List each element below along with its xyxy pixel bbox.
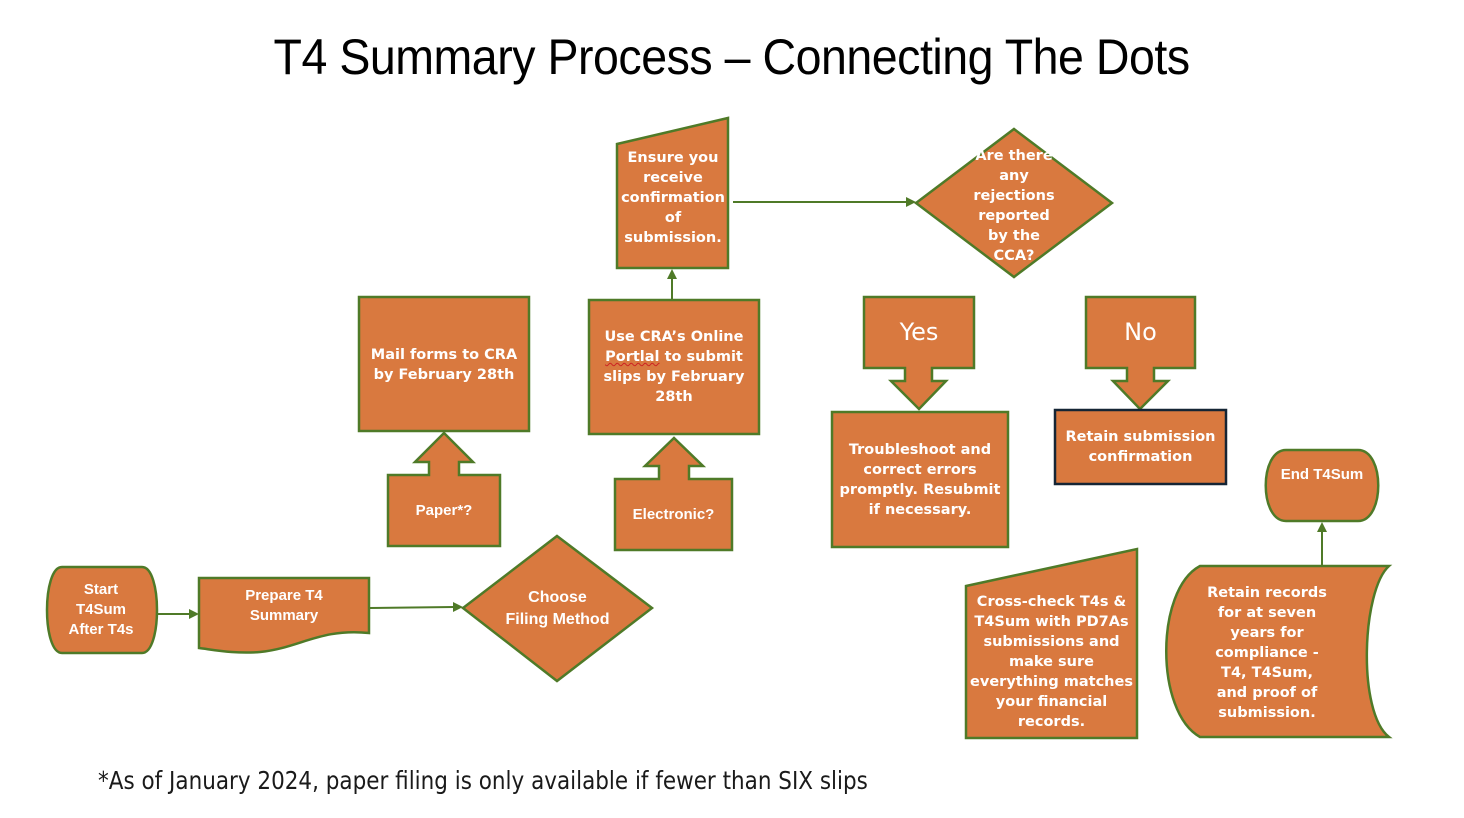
online-text-flagged-word: Portlal (605, 349, 660, 365)
mail-label: Mail forms to CRA by February 28th (366, 299, 522, 429)
mail-text: Mail forms to CRA by February 28th (370, 347, 518, 383)
choose-text: Choose Filing Method (505, 589, 610, 628)
yes-label: Yes (866, 300, 972, 364)
arrowhead-online-to-ensure (667, 269, 677, 279)
troubleshoot-text: Troubleshoot and correct errors promptly… (839, 441, 1001, 518)
online-text-before: Use CRA’s Online (604, 329, 744, 345)
online-label: Use CRA’s Online Portlal to submit slips… (598, 304, 750, 430)
no-text: No (1124, 318, 1157, 346)
choose-label: Choose Filing Method (505, 570, 610, 648)
ensure-text: Ensure you receive confirmation of submi… (621, 150, 725, 246)
crosscheck-text: Cross-check T4s & T4Sum with PD7As submi… (970, 594, 1133, 730)
ensure-label: Ensure you receive confirmation of submi… (621, 148, 725, 248)
start-label: Start T4Sum After T4s (58, 570, 144, 650)
paper-text: Paper*? (415, 502, 473, 519)
paper-label: Paper*? (390, 478, 498, 544)
arrowhead-records-to-end (1317, 522, 1327, 532)
arrowhead-prepare-to-choose (453, 602, 463, 612)
retain-confirmation-text: Retain submission confirmation (1065, 429, 1216, 465)
start-text: Start T4Sum After T4s (68, 581, 134, 638)
footnote: *As of January 2024, paper filing is onl… (98, 766, 868, 795)
arrowhead-ensure-to-rejections (906, 197, 916, 207)
no-label: No (1088, 300, 1193, 364)
electronic-label: Electronic? (617, 482, 730, 548)
connector-prepare-to-choose (368, 606, 455, 609)
yes-text: Yes (899, 318, 939, 346)
prepare-label: Prepare T4 Summary (214, 580, 354, 632)
arrowhead-start-to-prepare (189, 609, 199, 619)
end-label: End T4Sum (1280, 452, 1364, 518)
retain-records-label: Retain records for at seven years for co… (1205, 585, 1329, 721)
retain-confirmation-label: Retain submission confirmation (1060, 412, 1221, 482)
crosscheck-label: Cross-check T4s & T4Sum with PD7As submi… (970, 594, 1133, 730)
electronic-text: Electronic? (632, 506, 715, 523)
end-text: End T4Sum (1280, 466, 1364, 483)
online-text: Use CRA’s Online Portlal to submit slips… (598, 327, 750, 407)
prepare-text: Prepare T4 Summary (245, 587, 323, 624)
retain-records-text: Retain records for at seven years for co… (1207, 585, 1327, 721)
rejections-text: Are there any rejections reported by the… (973, 148, 1055, 264)
troubleshoot-label: Troubleshoot and correct errors promptly… (838, 414, 1002, 545)
rejections-label: Are there any rejections reported by the… (968, 145, 1060, 267)
